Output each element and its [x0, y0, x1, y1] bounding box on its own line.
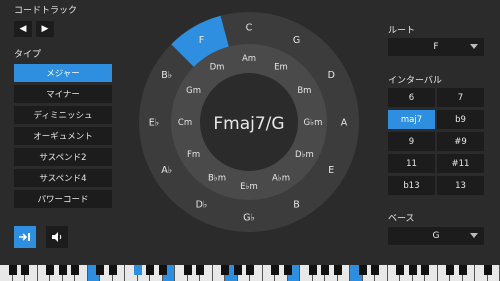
interval-sharp11-button[interactable]: #11 — [437, 154, 484, 173]
wheel-minor-abm[interactable]: A♭m — [272, 174, 290, 184]
chord-type-list: メジャー マイナー ディミニッシュ オーギュメント サスペンド2 サスペンド4 … — [14, 64, 112, 211]
type-power-chord-button[interactable]: パワーコード — [14, 190, 112, 208]
interval-grid: 6 7 maj7 b9 9 #9 11 #11 b13 13 — [388, 88, 484, 195]
wheel-minor-gm[interactable]: Gm — [186, 86, 201, 96]
black-key[interactable] — [396, 265, 404, 275]
wheel-key-e[interactable]: E — [328, 165, 334, 176]
black-key[interactable] — [146, 265, 154, 275]
black-key[interactable] — [108, 265, 117, 275]
wheel-minor-am[interactable]: Am — [242, 54, 256, 64]
wheel-key-d[interactable]: D — [328, 70, 335, 81]
wheel-key-db[interactable]: D♭ — [196, 200, 208, 211]
black-key[interactable] — [483, 265, 492, 275]
wheel-minor-dbm[interactable]: D♭m — [295, 150, 314, 160]
interval-11-button[interactable]: 11 — [388, 154, 435, 173]
wheel-key-b[interactable]: B — [293, 200, 300, 211]
black-key[interactable] — [233, 265, 242, 275]
wheel-key-f[interactable]: F — [199, 35, 204, 46]
bass-select[interactable]: G — [388, 227, 484, 245]
wheel-minor-bm[interactable]: Bm — [297, 86, 311, 96]
wheel-key-g[interactable]: G — [293, 35, 300, 46]
black-key[interactable] — [333, 265, 342, 275]
circle-of-fifths: C G D A E B G♭ D♭ A♭ E♭ B♭ F Am Em Bm G♭m D♭m A♭m E♭m B♭m F… — [139, 12, 359, 232]
black-key[interactable] — [358, 265, 367, 275]
black-key[interactable] — [308, 265, 317, 275]
chevron-left-icon: ◀ — [19, 24, 27, 34]
type-sus2-button[interactable]: サスペンド2 — [14, 148, 112, 166]
wheel-minor-fm[interactable]: Fm — [187, 150, 200, 160]
interval-sharp9-button[interactable]: #9 — [437, 132, 484, 151]
wheel-minor-bbm[interactable]: B♭m — [208, 174, 226, 184]
chevron-right-icon: ▶ — [41, 24, 49, 34]
black-key[interactable] — [446, 265, 454, 275]
wheel-minor-em[interactable]: Em — [274, 63, 288, 73]
black-key[interactable] — [283, 265, 292, 275]
type-augmented-button[interactable]: オーギュメント — [14, 127, 112, 145]
piano-keyboard[interactable] — [0, 265, 500, 281]
wheel-minor-cm[interactable]: Cm — [178, 118, 192, 128]
snap-button[interactable] — [14, 226, 36, 248]
black-key[interactable] — [421, 265, 429, 275]
root-label: ルート — [388, 26, 416, 36]
black-key[interactable] — [58, 265, 67, 275]
black-key[interactable] — [246, 265, 254, 275]
interval-b13-button[interactable]: b13 — [388, 176, 435, 195]
root-value: F — [433, 42, 439, 52]
type-minor-button[interactable]: マイナー — [14, 85, 112, 103]
chevron-down-icon — [470, 44, 478, 49]
interval-13-button[interactable]: 13 — [437, 176, 484, 195]
snap-to-icon — [19, 233, 30, 241]
chord-track-label: コードトラック — [14, 6, 78, 16]
interval-b9-button[interactable]: b9 — [437, 110, 484, 129]
black-key[interactable] — [271, 265, 279, 275]
black-key[interactable] — [46, 265, 54, 275]
interval-label: インターバル — [388, 76, 442, 86]
black-key[interactable] — [21, 265, 29, 275]
wheel-key-a[interactable]: A — [341, 117, 348, 128]
type-major-button[interactable]: メジャー — [14, 64, 112, 82]
black-key[interactable] — [71, 265, 79, 275]
wheel-key-bb[interactable]: B♭ — [161, 70, 172, 81]
interval-6-button[interactable]: 6 — [388, 88, 435, 107]
black-key[interactable] — [408, 265, 417, 275]
wheel-minor-ebm[interactable]: E♭m — [240, 182, 258, 192]
previous-chord-button[interactable]: ◀ — [14, 21, 32, 37]
black-key[interactable] — [158, 265, 167, 275]
center-chord-name: Fmaj7/G — [213, 114, 284, 134]
black-key[interactable] — [321, 265, 329, 275]
type-label: タイプ — [14, 50, 42, 60]
black-key[interactable] — [133, 265, 142, 275]
root-select[interactable]: F — [388, 38, 484, 56]
wheel-minor-gbm[interactable]: G♭m — [304, 118, 323, 128]
black-key[interactable] — [371, 265, 379, 275]
next-chord-button[interactable]: ▶ — [36, 21, 54, 37]
type-sus4-button[interactable]: サスペンド4 — [14, 169, 112, 187]
chevron-down-icon — [470, 233, 478, 238]
black-key[interactable] — [96, 265, 104, 275]
black-key[interactable] — [8, 265, 17, 275]
bass-label: ベース — [388, 214, 415, 224]
wheel-key-gb[interactable]: G♭ — [243, 212, 255, 223]
type-diminished-button[interactable]: ディミニッシュ — [14, 106, 112, 124]
wheel-key-eb[interactable]: E♭ — [149, 117, 159, 128]
black-key[interactable] — [183, 265, 192, 275]
bass-value: G — [432, 231, 440, 241]
preview-sound-button[interactable] — [46, 226, 68, 248]
wheel-key-c[interactable]: C — [246, 22, 253, 33]
interval-maj7-button[interactable]: maj7 — [388, 110, 435, 129]
wheel-minor-dm[interactable]: Dm — [210, 63, 225, 73]
wheel-key-ab[interactable]: A♭ — [161, 165, 172, 176]
interval-9-button[interactable]: 9 — [388, 132, 435, 151]
black-key[interactable] — [458, 265, 467, 275]
black-key[interactable] — [196, 265, 204, 275]
black-key[interactable] — [221, 265, 229, 275]
speaker-icon — [52, 232, 62, 242]
interval-7-button[interactable]: 7 — [437, 88, 484, 107]
